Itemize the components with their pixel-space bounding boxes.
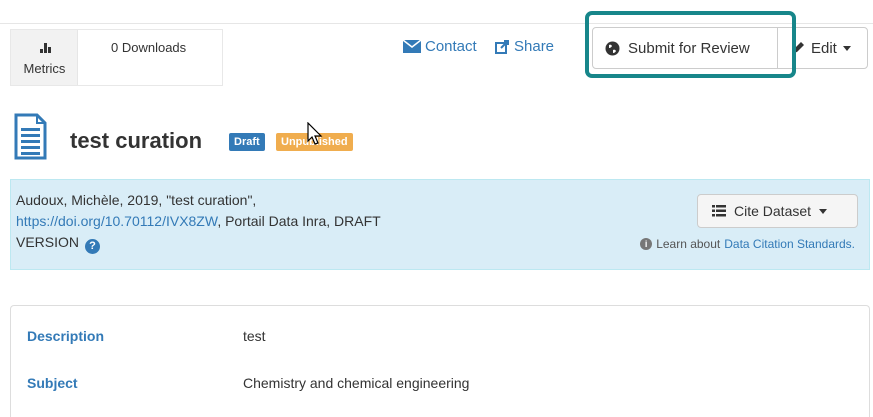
- downloads-count: 0 Downloads: [111, 40, 187, 55]
- contact-link[interactable]: Contact: [403, 38, 477, 55]
- citation-version: VERSION: [16, 234, 80, 250]
- highlight-outline: [585, 11, 796, 78]
- citation-panel: Audoux, Michèle, 2019, "test curation", …: [10, 179, 870, 270]
- document-icon: [14, 113, 47, 160]
- citation-text: Audoux, Michèle, 2019, "test curation", …: [16, 190, 496, 254]
- share-icon: [495, 39, 509, 54]
- doi-link[interactable]: https://doi.org/10.70112/IVX8ZW: [16, 213, 217, 229]
- info-icon: i: [640, 238, 653, 250]
- citation-line-1: Audoux, Michèle, 2019, "test curation",: [16, 192, 257, 208]
- dataset-title: test curation: [70, 128, 203, 153]
- chevron-down-icon: [819, 208, 828, 214]
- mouse-cursor-icon: [307, 122, 323, 145]
- share-link[interactable]: Share: [495, 38, 554, 55]
- cite-dataset-label: Cite Dataset: [734, 203, 812, 219]
- draft-badge: Draft: [229, 133, 265, 151]
- learn-prefix: Learn about: [656, 237, 721, 251]
- list-icon: [712, 205, 726, 217]
- description-value: test: [243, 328, 266, 344]
- citation-standards-note: i Learn about Data Citation Standards.: [640, 237, 855, 251]
- metrics-tab[interactable]: Metrics: [11, 30, 78, 85]
- cite-dataset-button[interactable]: Cite Dataset: [697, 194, 858, 228]
- metrics-box: Metrics 0 Downloads: [10, 29, 223, 86]
- description-label: Description: [27, 328, 105, 344]
- edit-label: Edit: [811, 39, 837, 57]
- envelope-icon: [403, 40, 421, 53]
- share-label: Share: [514, 38, 555, 55]
- subject-label: Subject: [27, 375, 78, 391]
- subject-value: Chemistry and chemical engineering: [243, 375, 470, 391]
- citation-publisher: , Portail Data Inra, DRAFT: [217, 213, 381, 229]
- bar-chart-icon: [40, 43, 51, 53]
- metadata-panel: Description test Subject Chemistry and c…: [10, 305, 870, 417]
- chevron-down-icon: [842, 45, 851, 51]
- help-icon[interactable]: ?: [85, 239, 101, 254]
- data-citation-standards-link[interactable]: Data Citation Standards.: [724, 237, 855, 251]
- contact-label: Contact: [425, 38, 477, 55]
- metrics-tab-label: Metrics: [23, 61, 66, 76]
